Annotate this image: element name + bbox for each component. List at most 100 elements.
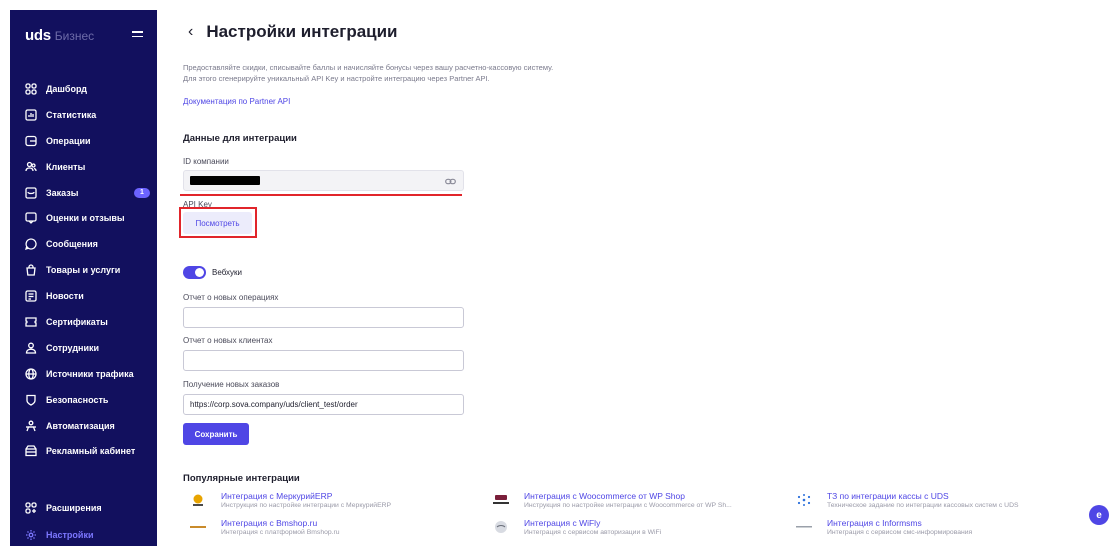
- sidebar-item-goods[interactable]: Товары и услуги: [25, 257, 150, 283]
- goods-icon: [25, 264, 37, 276]
- certificates-icon: [25, 316, 37, 328]
- save-button[interactable]: Сохранить: [183, 423, 249, 445]
- integration-text: ТЗ по интеграции кассы с UDS Техническое…: [827, 491, 1019, 511]
- bmshop-logo-icon: [189, 520, 207, 534]
- sidebar-item-label: Статистика: [46, 109, 97, 120]
- sidebar-item-label: Автоматизация: [46, 420, 115, 431]
- uds-logo: uds: [25, 27, 51, 44]
- integration-item-wifly[interactable]: Интеграция с WiFly Интеграция с сервисом…: [492, 518, 661, 538]
- popular-integrations-heading: Популярные интеграции: [183, 473, 300, 484]
- integration-item-informsms[interactable]: Интеграция с Informsms Интеграция с серв…: [795, 518, 972, 538]
- sidebar-item-label: Источники трафика: [46, 368, 134, 379]
- company-id-field[interactable]: [183, 170, 464, 191]
- sidebar-item-orders[interactable]: Заказы 1: [25, 180, 150, 206]
- integration-title: Интеграция с Woocommerce от WP Shop: [524, 491, 685, 501]
- sidebar-item-security[interactable]: Безопасность: [25, 387, 150, 413]
- automation-icon: [25, 420, 37, 432]
- sidebar-item-label: Заказы: [46, 187, 79, 198]
- integration-title: Интеграция с Informsms: [827, 518, 922, 528]
- new-orders-label: Получение новых заказов: [183, 380, 280, 389]
- sidebar: uds Бизнес Дашборд Статистика Операции К…: [10, 10, 157, 546]
- sidebar-item-settings[interactable]: Настройки: [25, 521, 150, 546]
- clients-icon: [25, 161, 37, 173]
- uds-star-logo-icon: [795, 493, 813, 507]
- messages-icon: [25, 238, 37, 251]
- integration-text: Интеграция с Woocommerce от WP Shop Инст…: [524, 491, 732, 511]
- sidebar-item-clients[interactable]: Клиенты: [25, 154, 150, 180]
- integration-subtitle: Интеграция с сервисом смс-информирования: [827, 529, 973, 536]
- orders-count-badge: 1: [134, 187, 150, 198]
- new-operations-input[interactable]: [183, 307, 464, 328]
- informsms-logo-icon: [795, 520, 813, 534]
- extensions-icon: [25, 501, 37, 514]
- support-chat-button[interactable]: e: [1089, 505, 1109, 525]
- sidebar-item-extensions[interactable]: Расширения: [25, 494, 150, 521]
- sidebar-item-label: Расширения: [46, 502, 102, 513]
- webhooks-toggle[interactable]: [183, 266, 206, 279]
- main-content: ‹ Настройки интеграции Предоставляйте ск…: [179, 0, 1083, 546]
- chart-icon: [25, 109, 37, 121]
- new-orders-input[interactable]: https://corp.sova.company/uds/client_tes…: [183, 394, 464, 415]
- integration-item-bmshop[interactable]: Интеграция с Bmshop.ru Интеграция с плат…: [189, 518, 340, 538]
- sidebar-item-staff[interactable]: Сотрудники: [25, 335, 150, 361]
- integration-title: Интеграция с WiFly: [524, 518, 601, 528]
- sidebar-item-label: Товары и услуги: [46, 265, 121, 276]
- merkuriy-logo-icon: [189, 493, 207, 507]
- page-title: Настройки интеграции: [206, 22, 398, 41]
- sidebar-item-statistics[interactable]: Статистика: [25, 102, 150, 128]
- sidebar-item-label: Клиенты: [46, 161, 86, 172]
- sidebar-item-label: Рекламный кабинет: [46, 446, 136, 457]
- sidebar-nav: Дашборд Статистика Операции Клиенты Зака…: [25, 76, 150, 464]
- integration-item-uds-spec[interactable]: ТЗ по интеграции кассы с UDS Техническое…: [795, 491, 1019, 511]
- wifly-logo-icon: [492, 520, 510, 534]
- globe-icon: [25, 368, 37, 380]
- news-icon: [25, 290, 37, 302]
- integration-item-woocommerce[interactable]: Интеграция с Woocommerce от WP Shop Инст…: [492, 491, 732, 511]
- highlight-underline: [180, 194, 462, 196]
- back-chevron-icon[interactable]: ‹: [188, 23, 193, 41]
- dashboard-icon: [25, 83, 37, 95]
- intro-line-2: Для этого сгенерируйте уникальный API Ke…: [183, 74, 490, 83]
- orders-icon: [25, 186, 37, 199]
- sidebar-item-messages[interactable]: Сообщения: [25, 231, 150, 257]
- new-clients-label: Отчет о новых клиентах: [183, 336, 273, 345]
- woocommerce-logo-icon: [492, 493, 510, 507]
- sidebar-item-label: Сотрудники: [46, 342, 100, 353]
- sidebar-item-news[interactable]: Новости: [25, 283, 150, 309]
- sidebar-bottom-nav: Расширения Настройки: [25, 494, 150, 546]
- partner-api-docs-link[interactable]: Документация по Partner API: [183, 97, 290, 106]
- sidebar-item-ads[interactable]: Рекламный кабинет: [25, 438, 150, 464]
- menu-toggle-icon[interactable]: [132, 31, 143, 40]
- sidebar-item-label: Дашборд: [46, 83, 87, 94]
- copy-link-icon[interactable]: [445, 176, 456, 187]
- new-operations-label: Отчет о новых операциях: [183, 293, 279, 302]
- sidebar-item-label: Безопасность: [46, 394, 109, 405]
- integration-data-heading: Данные для интеграции: [183, 133, 297, 144]
- reviews-icon: [25, 212, 37, 225]
- integration-title: Интеграция с Bmshop.ru: [221, 518, 318, 528]
- intro-line-1: Предоставляйте скидки, списывайте баллы …: [183, 63, 554, 72]
- integration-text: Интеграция с Bmshop.ru Интеграция с плат…: [221, 518, 340, 538]
- sidebar-item-dashboard[interactable]: Дашборд: [25, 76, 150, 102]
- integration-text: Интеграция с МеркурийERP Инструкция по н…: [221, 491, 391, 511]
- new-clients-input[interactable]: [183, 350, 464, 371]
- integration-title: Интеграция с МеркурийERP: [221, 491, 333, 501]
- sidebar-item-reviews[interactable]: Оценки и отзывы: [25, 205, 150, 231]
- sidebar-item-automation[interactable]: Автоматизация: [25, 413, 150, 439]
- company-id-label: ID компании: [183, 157, 229, 166]
- integration-item-merkuriy[interactable]: Интеграция с МеркурийERP Инструкция по н…: [189, 491, 391, 511]
- sidebar-item-operations[interactable]: Операции: [25, 128, 150, 154]
- sidebar-item-label: Сертификаты: [46, 316, 108, 327]
- view-api-key-button[interactable]: Посмотреть: [183, 212, 252, 234]
- page-header: ‹ Настройки интеграции: [188, 22, 398, 42]
- integration-subtitle: Инструкция по настройке интеграции с Мер…: [221, 502, 392, 509]
- sidebar-item-certificates[interactable]: Сертификаты: [25, 309, 150, 335]
- integration-text: Интеграция с WiFly Интеграция с сервисом…: [524, 518, 661, 538]
- gear-icon: [25, 529, 37, 541]
- ads-icon: [25, 445, 37, 457]
- redacted-company-id: [190, 176, 260, 185]
- sidebar-item-traffic[interactable]: Источники трафика: [25, 361, 150, 387]
- app: uds Бизнес Дашборд Статистика Операции К…: [0, 0, 1114, 546]
- brand[interactable]: uds Бизнес: [25, 27, 94, 44]
- sidebar-item-label: Настройки: [46, 529, 94, 540]
